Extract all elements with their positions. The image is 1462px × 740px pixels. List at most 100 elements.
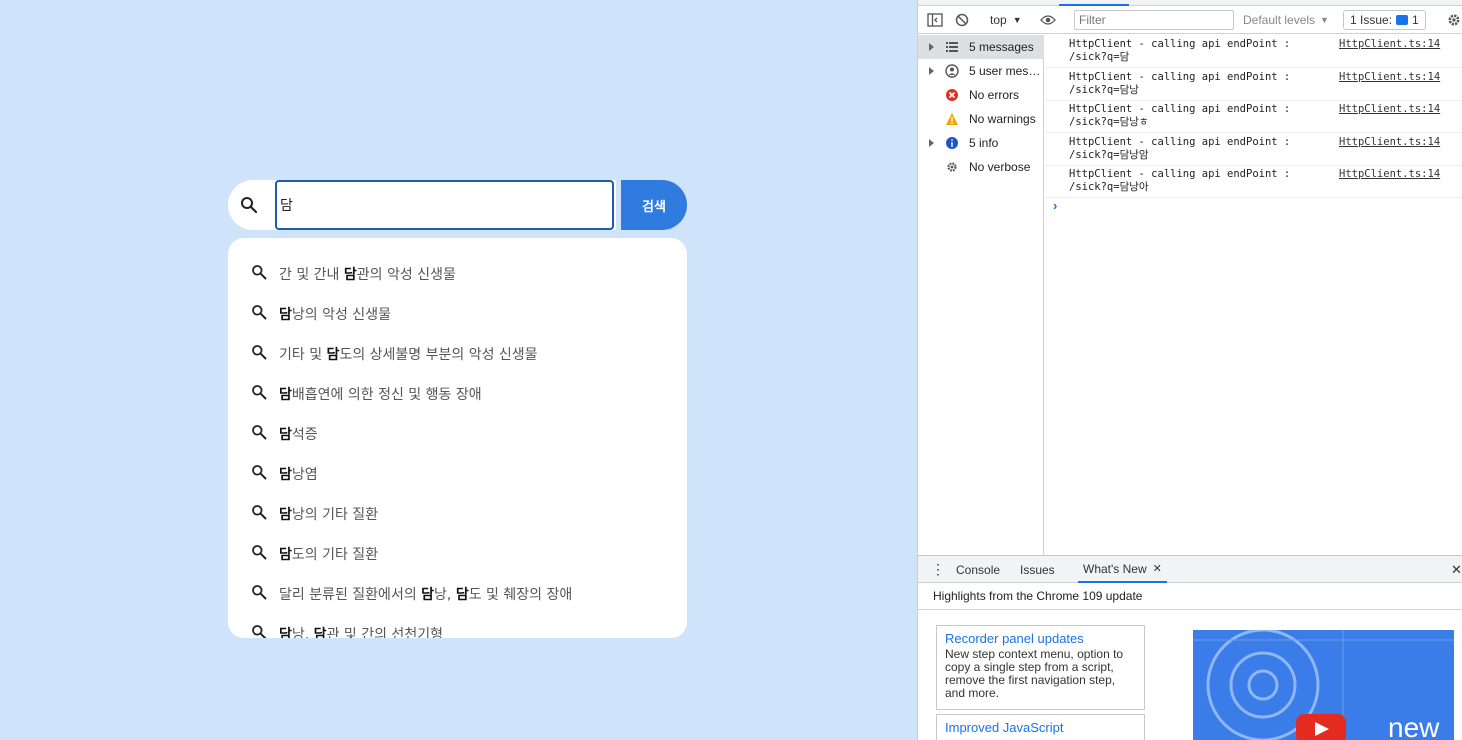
expand-arrow-icon[interactable] [929,43,934,51]
whats-new-card[interactable]: Recorder panel updates New step context … [936,625,1145,710]
list-icon [945,40,959,54]
card-title-link[interactable]: Recorder panel updates [945,631,1136,646]
sidebar-item-label: 5 messages [969,40,1034,54]
console-message: HttpClient - calling api endPoint : /sic… [1045,35,1462,68]
search-icon [251,584,267,600]
sidebar-item-label: No errors [969,88,1020,102]
source-link[interactable]: HttpClient.ts:14 [1339,38,1440,50]
drawer-tabbar: ⋮ Console Issues What's New ✕ ✕ [918,555,1462,583]
live-expression-eye-icon[interactable] [1040,6,1056,34]
more-tabs-kebab-icon[interactable]: ⋮ [931,556,945,583]
match-highlight: 담 [313,627,327,638]
whats-new-card[interactable]: Improved JavaScript [936,714,1145,740]
source-link[interactable]: HttpClient.ts:14 [1339,103,1440,115]
tab-issues[interactable]: Issues [1020,556,1055,583]
suggestion-text: 달리 분류된 질환에서의 담낭, 담도 및 췌장의 장애 [279,584,572,604]
suggestion-fragment: 석증 [291,427,318,443]
tab-whats-new-label: What's New [1083,561,1147,576]
suggestion-fragment: 관 및 간의 선천기형 [326,627,443,638]
suggestion-item[interactable]: 담낭, 담관 및 간의 선천기형 [228,612,687,638]
suggestion-text: 담석증 [279,424,318,444]
sidebar-item-error[interactable]: No errors [918,83,1044,107]
devtools-panel: top ▼ Filter Default levels ▼ 1 Issue: 1… [917,0,1462,740]
suggestion-item[interactable]: 담낭의 기타 질환 [228,492,687,532]
suggestion-item[interactable]: 담배흡연에 의한 정신 및 행동 장애 [228,372,687,412]
match-highlight: 담 [326,347,340,363]
issue-message-icon [1396,15,1409,25]
search-icon [251,424,267,440]
sidebar-item-label: No verbose [969,160,1031,174]
suggestion-item[interactable]: 담낭의 악성 신생물 [228,292,687,332]
log-levels-dropdown[interactable]: Default levels ▼ [1243,6,1329,34]
suggestion-item[interactable]: 담석증 [228,412,687,452]
suggestion-text: 기타 및 담도의 상세불명 부분의 악성 신생물 [279,344,538,364]
suggestion-fragment: 도 및 췌장의 장애 [468,587,573,603]
search-icon [251,544,267,560]
suggestion-text: 담낭의 악성 신생물 [279,304,391,324]
bug-icon [945,160,959,174]
tab-console[interactable]: Console [956,556,1000,583]
video-title-text: new [1388,712,1440,740]
filter-input[interactable]: Filter [1074,10,1234,30]
warning-icon [945,112,959,126]
console-log-area: › HttpClient - calling api endPoint : /s… [1045,35,1462,555]
suggestion-fragment: 관의 악성 신생물 [356,267,456,283]
message-text: HttpClient - calling api endPoint : /sic… [1069,70,1291,96]
suggestion-item[interactable]: 간 및 간내 담관의 악성 신생물 [228,252,687,292]
sidebar-item-user[interactable]: 5 user messages [918,59,1044,83]
search-icon [251,264,267,280]
context-selector[interactable]: top ▼ [990,6,1022,34]
match-highlight: 담 [279,387,292,403]
sidebar-item-info[interactable]: 5 info [918,131,1044,155]
suggestion-item[interactable]: 담도의 기타 질환 [228,532,687,572]
suggestion-text: 담낭의 기타 질환 [279,504,378,524]
dropdown-arrow-icon: ▼ [1320,15,1329,25]
card-body: New step context menu, option to copy a … [945,647,1124,700]
sidebar-item-list[interactable]: 5 messages [918,35,1044,59]
clear-console-icon[interactable] [955,6,969,34]
console-message: HttpClient - calling api endPoint : /sic… [1045,68,1462,101]
search-icon [251,464,267,480]
sidebar-item-bug[interactable]: No verbose [918,155,1044,179]
context-label: top [990,13,1007,27]
suggestion-text: 담배흡연에 의한 정신 및 행동 장애 [279,384,482,404]
source-link[interactable]: HttpClient.ts:14 [1339,168,1440,180]
suggestion-list: 간 및 간내 담관의 악성 신생물 담낭의 악성 신생물 기타 및 담도의 상세불명… [228,238,687,638]
user-icon [945,64,959,78]
message-text: HttpClient - calling api endPoint : /sic… [1069,38,1291,63]
whats-new-video-thumbnail[interactable]: new [1193,630,1454,740]
sidebar-item-warning[interactable]: No warnings [918,107,1044,131]
card-title-link[interactable]: Improved JavaScript [945,720,1136,735]
source-link[interactable]: HttpClient.ts:14 [1339,71,1440,83]
search-input[interactable] [275,180,614,230]
search-icon [251,304,267,320]
expand-arrow-icon[interactable] [929,139,934,147]
suggestion-fragment: 낭의 악성 신생물 [291,307,391,323]
suggestion-fragment: 간 및 간내 [279,267,344,283]
expand-arrow-icon[interactable] [929,67,934,75]
suggestion-fragment: 도의 기타 질환 [291,547,379,563]
match-highlight: 담 [421,587,435,603]
suggestion-fragment: 낭염 [291,467,318,483]
close-drawer-icon[interactable]: ✕ [1451,556,1462,583]
console-message: HttpClient - calling api endPoint : /sic… [1045,133,1462,166]
sidebar-toggle-icon[interactable] [927,6,943,34]
suggestion-item[interactable]: 기타 및 담도의 상세불명 부분의 악성 신생물 [228,332,687,372]
sidebar-item-label: 5 user messages [969,64,1043,78]
settings-gear-icon[interactable] [1447,6,1461,34]
suggestion-item[interactable]: 담낭염 [228,452,687,492]
match-highlight: 담 [343,267,357,283]
close-tab-icon[interactable]: ✕ [1153,562,1162,575]
console-message: HttpClient - calling api endPoint : /sic… [1045,165,1462,199]
console-prompt-icon[interactable]: › [1053,198,1057,213]
search-button[interactable]: 검색 [621,180,687,230]
issues-button[interactable]: 1 Issue: 1 [1343,10,1426,30]
match-highlight: 담 [455,587,469,603]
source-link[interactable]: HttpClient.ts:14 [1339,136,1440,148]
suggestion-item[interactable]: 달리 분류된 질환에서의 담낭, 담도 및 췌장의 장애 [228,572,687,612]
message-text: HttpClient - calling api endPoint : /sic… [1069,103,1291,129]
tab-whats-new[interactable]: What's New ✕ [1078,556,1167,583]
console-message: HttpClient - calling api endPoint : /sic… [1045,100,1462,134]
search-icon [251,344,267,360]
search-icon [251,384,267,400]
